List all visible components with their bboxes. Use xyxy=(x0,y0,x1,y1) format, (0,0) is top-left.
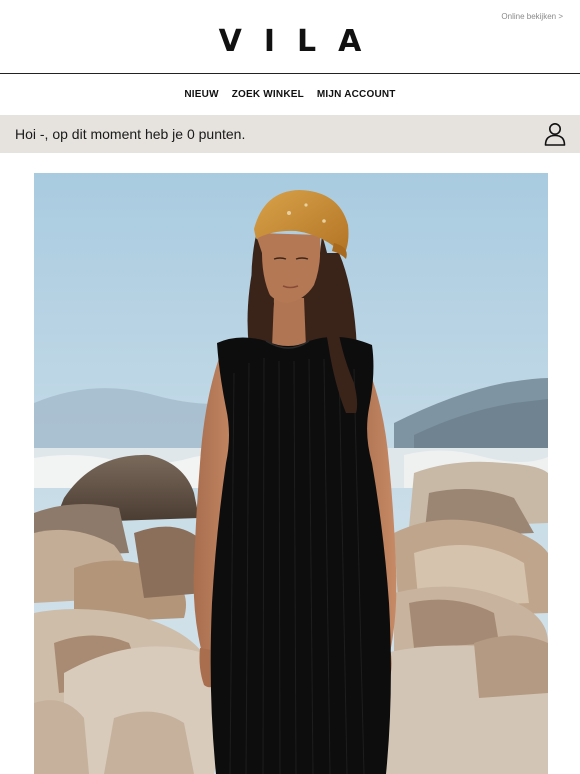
view-online-link[interactable]: Online bekijken > xyxy=(501,12,563,21)
hero-photo xyxy=(34,173,548,774)
main-nav: NIEUW ZOEK WINKEL MIJN ACCOUNT xyxy=(0,89,580,100)
points-banner: Hoi -, op dit moment heb je 0 punten. xyxy=(0,115,580,153)
points-greeting: Hoi -, op dit moment heb je 0 punten. xyxy=(15,126,246,142)
nav-item-my-account[interactable]: MIJN ACCOUNT xyxy=(317,89,396,100)
user-icon[interactable] xyxy=(544,122,566,146)
email-page: Online bekijken > VILA NIEUW ZOEK WINKEL… xyxy=(0,0,580,774)
hero-image[interactable] xyxy=(34,173,548,774)
header-divider xyxy=(0,73,580,74)
brand-logo[interactable]: VILA xyxy=(0,26,580,58)
nav-item-find-store[interactable]: ZOEK WINKEL xyxy=(232,89,304,100)
nav-item-new[interactable]: NIEUW xyxy=(184,89,218,100)
